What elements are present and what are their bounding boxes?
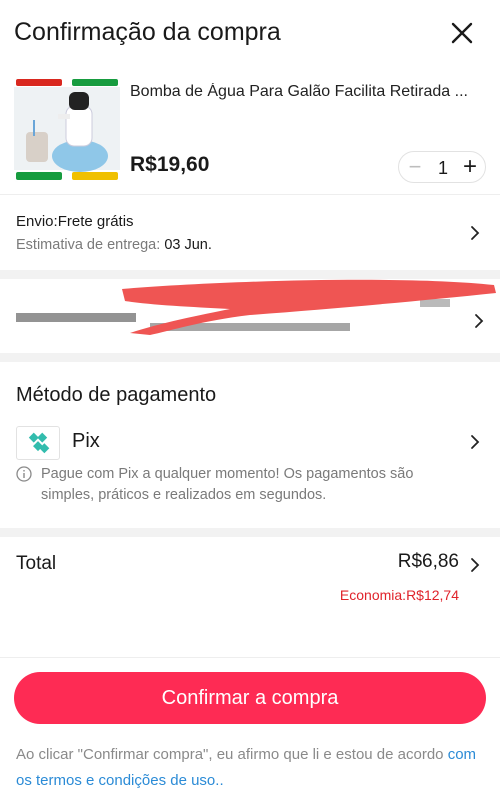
decrease-quantity-button[interactable]: − [405,156,425,178]
header: Confirmação da compra [0,0,500,66]
section-divider [0,353,500,362]
section-divider [0,270,500,279]
quantity-stepper: − 1 + [398,151,486,183]
total-value: R$6,86 [397,551,459,572]
divider [0,194,500,195]
address-row[interactable] [0,279,500,353]
terms-text: Ao clicar "Confirmar compra", eu afirmo … [16,742,486,793]
increase-quantity-button[interactable]: + [459,155,481,179]
delivery-estimate-label: Estimativa de entrega: [16,237,165,253]
footer: Confirmar a compra Ao clicar "Confirmar … [0,657,500,793]
product-card: Bomba de Água Para Galão Facilita Retira… [0,66,500,194]
redaction-mark [16,279,496,335]
confirm-purchase-button[interactable]: Confirmar a compra [14,672,486,724]
terms-prefix: Ao clicar "Confirmar compra", eu afirmo … [16,746,448,763]
shipping-row[interactable]: Envio:Frete grátis Estimativa de entrega… [0,196,500,270]
chevron-right-icon [475,314,484,328]
delivery-estimate-date: 03 Jun. [164,237,212,253]
shipping-method: Envio:Frete grátis [16,213,134,230]
pix-icon [16,426,60,460]
payment-info-text: Pague com Pix a qualquer momento! Os pag… [41,466,414,503]
payment-section: Método de pagamento Pix Pague com Pix a … [0,362,500,528]
product-name[interactable]: Bomba de Água Para Galão Facilita Retira… [130,83,488,101]
product-price: R$19,60 [130,153,210,176]
chevron-right-icon [471,435,480,449]
payment-method-label[interactable]: Pix [72,430,100,453]
product-thumbnail [14,78,120,182]
delivery-estimate: Estimativa de entrega: 03 Jun. [16,237,212,253]
order-total[interactable]: Total R$6,86 Economia:R$12,74 [0,537,500,657]
quantity-value: 1 [437,158,448,178]
total-label: Total [16,553,57,574]
page-title: Confirmação da compra [14,18,281,46]
close-icon[interactable] [449,20,475,46]
savings-text: Economia:R$12,74 [339,587,459,603]
payment-heading: Método de pagamento [16,384,217,406]
chevron-right-icon [471,226,480,240]
chevron-right-icon [471,558,480,572]
info-icon [16,466,32,482]
section-divider [0,528,500,537]
